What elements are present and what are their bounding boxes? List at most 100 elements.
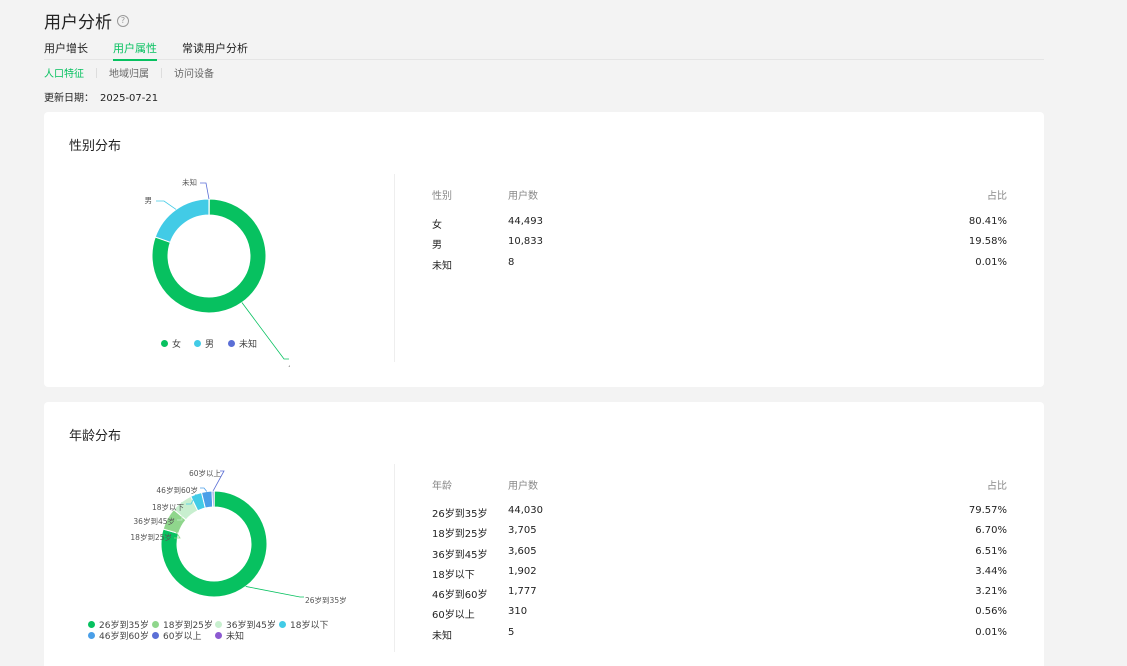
page-title: 用户分析: [44, 13, 112, 33]
table-row: 46岁到60岁 1,777 3.21%: [432, 586, 1007, 601]
table-row: 18岁以下 1,902 3.44%: [432, 566, 1007, 581]
slice-label: 男: [145, 196, 153, 205]
legend-item-male[interactable]: 男: [194, 337, 214, 350]
legend-dot: [88, 632, 95, 639]
legend-item-female[interactable]: 女: [161, 337, 181, 350]
gender-legend: 女 男 未知: [44, 337, 384, 351]
slice-label: 46岁到60岁: [156, 485, 198, 495]
col-header-age: 年龄: [432, 481, 452, 492]
row-pct: 19.58%: [968, 236, 1007, 247]
legend-dot: [215, 621, 222, 628]
donut-slice[interactable]: [154, 198, 210, 243]
table-row: 26岁到35岁 44,030 79.57%: [432, 505, 1007, 520]
row-pct: 6.51%: [975, 546, 1007, 557]
row-pct: 0.01%: [975, 257, 1007, 268]
row-name: 男: [432, 240, 442, 251]
gender-table-header: 性别 用户数 占比: [432, 187, 1007, 202]
legend-dot: [88, 621, 95, 628]
row-name: 18岁到25岁: [432, 529, 488, 540]
legend-label: 46岁到60岁: [99, 632, 149, 642]
legend-dot: [161, 340, 168, 347]
subtab-region[interactable]: 地域归属: [109, 65, 149, 80]
slice-label: 26岁到35岁: [305, 595, 347, 605]
legend-dot: [194, 340, 201, 347]
row-name: 18岁以下: [432, 570, 475, 581]
slice-label: 18岁以下: [152, 502, 185, 512]
col-header-ratio: 占比: [987, 481, 1007, 492]
age-table-header: 年龄 用户数 占比: [432, 477, 1007, 492]
legend-item-46-60[interactable]: 46岁到60岁: [88, 629, 149, 642]
help-icon[interactable]: ?: [117, 14, 129, 27]
row-name: 未知: [432, 261, 452, 272]
row-pct: 6.70%: [975, 525, 1007, 536]
card-divider: [394, 464, 395, 652]
legend-label: 未知: [226, 632, 245, 642]
row-pct: 80.41%: [968, 216, 1007, 227]
legend-label: 女: [172, 340, 182, 350]
update-date-row: 更新日期： 2025-07-21: [44, 89, 158, 104]
legend-dot: [279, 621, 286, 628]
page-title-row: 用户分析 ?: [44, 8, 129, 33]
tab-frequent-reader-analysis[interactable]: 常读用户分析: [182, 40, 248, 60]
legend-label: 18岁以下: [290, 621, 329, 631]
age-distribution-card: 年龄分布 26岁到35岁 18岁到25岁 36岁到45岁 18岁以下 46岁到60岁 60…: [44, 402, 1044, 666]
leader-line: [200, 182, 210, 200]
subtab-demographics[interactable]: 人口特征: [44, 65, 84, 80]
main-tabs: 用户增长 用户属性 常读用户分析: [44, 40, 1044, 61]
legend-label: 男: [205, 340, 215, 350]
sub-tabs: 人口特征 地域归属 访问设备: [44, 65, 214, 80]
gender-distribution-card: 性别分布 女男未知 女 男 未知 性别 用户数 占比 女 44,493 80.4…: [44, 112, 1044, 387]
slice-label: 36岁到45岁: [133, 516, 175, 526]
slice-label: 女: [286, 364, 294, 367]
gender-card-title: 性别分布: [69, 139, 122, 154]
row-count: 44,030: [508, 505, 543, 516]
row-count: 5: [508, 627, 515, 638]
legend-dot: [152, 632, 159, 639]
row-pct: 3.21%: [975, 586, 1007, 597]
row-pct: 79.57%: [968, 505, 1007, 516]
col-header-gender: 性别: [432, 191, 452, 202]
legend-item-unknown[interactable]: 未知: [228, 337, 257, 350]
col-header-users: 用户数: [508, 191, 538, 202]
leader-line: [156, 200, 177, 210]
age-card-title: 年龄分布: [69, 429, 122, 444]
update-date-value: 2025-07-21: [100, 93, 159, 104]
slice-label: 18岁到25岁: [130, 532, 172, 542]
row-count: 8: [508, 257, 515, 268]
leader-line: [200, 487, 208, 492]
row-name: 36岁到45岁: [432, 550, 488, 561]
subtab-device[interactable]: 访问设备: [174, 65, 214, 80]
table-row: 未知 8 0.01%: [432, 257, 1007, 272]
table-row: 18岁到25岁 3,705 6.70%: [432, 525, 1007, 540]
row-name: 未知: [432, 631, 452, 642]
row-name: 26岁到35岁: [432, 509, 488, 520]
tab-user-attributes[interactable]: 用户属性: [113, 40, 157, 61]
row-count: 10,833: [508, 236, 543, 247]
row-count: 310: [508, 606, 528, 617]
table-row: 未知 5 0.01%: [432, 627, 1007, 642]
card-divider: [394, 174, 395, 362]
row-count: 3,605: [508, 546, 537, 557]
row-count: 44,493: [508, 216, 543, 227]
row-name: 60岁以上: [432, 610, 475, 621]
legend-dot: [152, 621, 159, 628]
row-pct: 0.56%: [975, 606, 1007, 617]
tab-user-growth[interactable]: 用户增长: [44, 40, 88, 60]
row-count: 3,705: [508, 525, 537, 536]
subtab-divider: [161, 67, 162, 78]
age-donut-chart: 26岁到35岁 18岁到25岁 36岁到45岁 18岁以下 46岁到60岁 60岁以上: [130, 468, 347, 605]
row-pct: 3.44%: [975, 566, 1007, 577]
legend-dot: [228, 340, 235, 347]
age-legend: 26岁到35岁 18岁到25岁 36岁到45岁 18岁以下 46岁到60岁 60…: [44, 618, 384, 644]
legend-label: 60岁以上: [163, 632, 202, 642]
legend-item-unknown[interactable]: 未知: [215, 629, 244, 642]
col-header-ratio: 占比: [987, 191, 1007, 202]
legend-item-over-60[interactable]: 60岁以上: [152, 629, 201, 642]
table-row: 36岁到45岁 3,605 6.51%: [432, 546, 1007, 561]
slice-label: 未知: [182, 177, 197, 187]
row-count: 1,777: [508, 586, 537, 597]
col-header-users: 用户数: [508, 481, 538, 492]
legend-dot: [215, 632, 222, 639]
table-row: 女 44,493 80.41%: [432, 216, 1007, 231]
legend-item-under-18[interactable]: 18岁以下: [279, 618, 328, 631]
